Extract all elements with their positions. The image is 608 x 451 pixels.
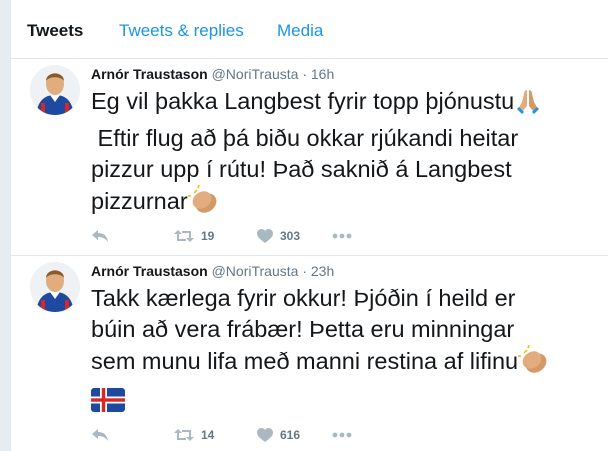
tweet-text-line: Eftir flug að þá biðu okkar rjúkandi hei… bbox=[91, 125, 519, 151]
author-handle[interactable]: @NoriTrausta bbox=[212, 66, 299, 82]
tweet-text-line: pizzurnar bbox=[91, 188, 188, 214]
more-options-button[interactable] bbox=[332, 425, 352, 445]
tweet-text-line: pizzur upp í rútu! Það saknið á Langbest bbox=[91, 156, 512, 182]
iceland-flag-icon bbox=[91, 388, 125, 420]
separator-dot: · bbox=[302, 263, 307, 279]
tab-tweets[interactable]: Tweets bbox=[27, 21, 83, 41]
tweet-text-line: Takk kærlega fyrir okkur! Þjóðin í heild… bbox=[91, 285, 516, 311]
clapping-hands-icon bbox=[187, 184, 220, 223]
more-icon bbox=[332, 233, 352, 239]
tweet-text-line: sem munu lifa með manni restina af lifin… bbox=[91, 348, 519, 374]
tweet-header: Arnór Traustason @NoriTrausta · 16h bbox=[91, 66, 334, 82]
folded-hands-icon bbox=[514, 87, 542, 123]
like-count: 616 bbox=[280, 428, 301, 442]
profile-timeline: Tweets Tweets & replies Media Arnór Trau… bbox=[10, 0, 608, 451]
author-name[interactable]: Arnór Traustason bbox=[91, 263, 208, 279]
tweet-actions: 19 303 bbox=[91, 226, 391, 246]
tweet-header: Arnór Traustason @NoriTrausta · 23h bbox=[91, 263, 334, 279]
retweet-count: 19 bbox=[201, 229, 215, 243]
reply-button[interactable] bbox=[91, 425, 109, 445]
tweet-timestamp[interactable]: 23h bbox=[311, 263, 334, 279]
timeline-tabs: Tweets Tweets & replies Media bbox=[11, 0, 608, 59]
author-name[interactable]: Arnór Traustason bbox=[91, 66, 208, 82]
avatar-photo bbox=[30, 65, 80, 115]
retweet-icon bbox=[174, 230, 194, 242]
reply-icon bbox=[92, 429, 108, 441]
retweet-button[interactable]: 14 bbox=[174, 425, 214, 445]
retweet-icon bbox=[174, 429, 194, 441]
tab-media[interactable]: Media bbox=[277, 21, 323, 41]
like-count: 303 bbox=[280, 229, 301, 243]
tweet-text-line: Eg vil þakka Langbest fyrir topp þjónust… bbox=[91, 88, 515, 114]
more-options-button[interactable] bbox=[332, 226, 352, 246]
avatar[interactable] bbox=[30, 262, 80, 312]
tweet[interactable]: Arnór Traustason @NoriTrausta · 16h Eg v… bbox=[11, 59, 608, 256]
retweet-button[interactable]: 19 bbox=[174, 226, 214, 246]
clapping-hands-icon bbox=[518, 344, 550, 383]
tweet[interactable]: Arnór Traustason @NoriTrausta · 23h Takk… bbox=[11, 256, 608, 451]
like-button[interactable]: 616 bbox=[257, 425, 300, 445]
like-button[interactable]: 303 bbox=[257, 226, 300, 246]
heart-icon bbox=[257, 228, 273, 243]
tab-tweets-and-replies[interactable]: Tweets & replies bbox=[119, 21, 244, 41]
more-icon bbox=[332, 432, 352, 438]
author-handle[interactable]: @NoriTrausta bbox=[212, 263, 299, 279]
tweet-text-line: búin að vera frábær! Þetta eru minningar bbox=[91, 316, 515, 342]
separator-dot: · bbox=[302, 66, 307, 82]
avatar-photo bbox=[30, 262, 80, 312]
heart-icon bbox=[257, 427, 273, 442]
tweet-actions: 14 616 bbox=[91, 425, 391, 445]
tweet-text: Takk kærlega fyrir okkur! Þjóðin í heild… bbox=[91, 283, 603, 414]
retweet-count: 14 bbox=[201, 428, 215, 442]
tweet-timestamp[interactable]: 16h bbox=[311, 66, 334, 82]
avatar[interactable] bbox=[30, 65, 80, 115]
reply-icon bbox=[92, 230, 108, 242]
tweet-text: Eg vil þakka Langbest fyrir topp þjónust… bbox=[91, 86, 603, 223]
reply-button[interactable] bbox=[91, 226, 109, 246]
